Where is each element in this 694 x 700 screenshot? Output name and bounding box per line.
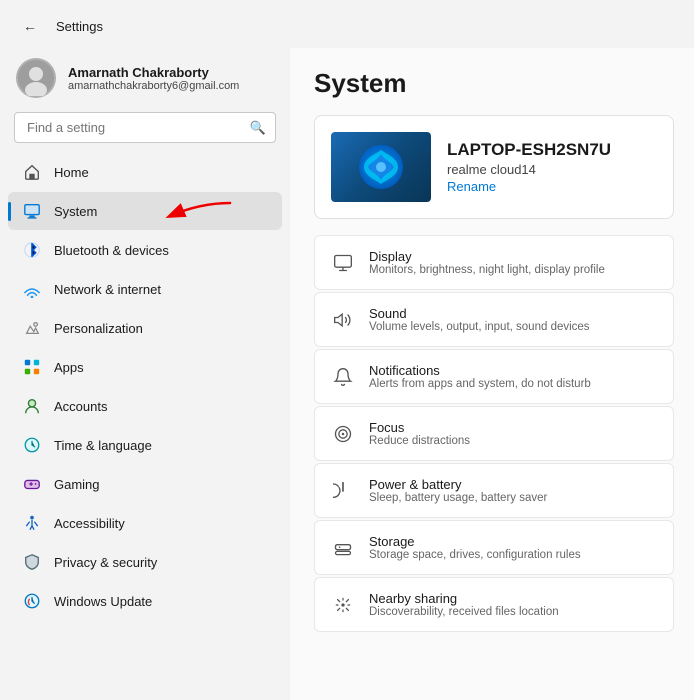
personalization-icon	[22, 318, 42, 338]
settings-item-desc: Reduce distractions	[369, 435, 470, 447]
settings-item-title: Sound	[369, 306, 590, 321]
sidebar-item-label: Bluetooth & devices	[54, 243, 169, 258]
apps-icon	[22, 357, 42, 377]
sidebar-item-label: Accessibility	[54, 516, 125, 531]
back-button[interactable]: ←	[16, 12, 44, 40]
sidebar-item-label: Accounts	[54, 399, 107, 414]
gaming-icon	[22, 474, 42, 494]
sidebar-item-home[interactable]: Home	[8, 153, 282, 191]
sidebar-item-personalization[interactable]: Personalization	[8, 309, 282, 347]
search-box: 🔍	[14, 112, 276, 143]
home-icon	[22, 162, 42, 182]
settings-item-desc: Monitors, brightness, night light, displ…	[369, 264, 605, 276]
device-card: LAPTOP-ESH2SN7U realme cloud14 Rename	[314, 115, 674, 219]
settings-list: DisplayMonitors, brightness, night light…	[314, 235, 674, 632]
sound-icon	[331, 308, 355, 332]
sidebar-item-accounts[interactable]: Accounts	[8, 387, 282, 425]
update-icon	[22, 591, 42, 611]
settings-item-title: Focus	[369, 420, 470, 435]
settings-item-title: Notifications	[369, 363, 591, 378]
time-icon	[22, 435, 42, 455]
settings-item-text: SoundVolume levels, output, input, sound…	[369, 306, 590, 333]
sidebar-item-time[interactable]: Time & language	[8, 426, 282, 464]
avatar	[16, 58, 56, 98]
display-icon	[331, 251, 355, 275]
nearby-icon	[331, 593, 355, 617]
accounts-icon	[22, 396, 42, 416]
user-name: Amarnath Chakraborty	[68, 65, 239, 80]
power-icon	[331, 479, 355, 503]
sidebar: Amarnath Chakraborty amarnathchakraborty…	[0, 48, 290, 700]
settings-item-text: NotificationsAlerts from apps and system…	[369, 363, 591, 390]
network-icon	[22, 279, 42, 299]
settings-item-title: Storage	[369, 534, 581, 549]
sidebar-item-label: Home	[54, 165, 89, 180]
settings-item-storage[interactable]: StorageStorage space, drives, configurat…	[314, 520, 674, 575]
settings-item-desc: Storage space, drives, configuration rul…	[369, 549, 581, 561]
settings-item-text: DisplayMonitors, brightness, night light…	[369, 249, 605, 276]
settings-item-notifications[interactable]: NotificationsAlerts from apps and system…	[314, 349, 674, 404]
main-layout: Amarnath Chakraborty amarnathchakraborty…	[0, 48, 694, 700]
settings-item-nearby[interactable]: Nearby sharingDiscoverability, received …	[314, 577, 674, 632]
settings-item-title: Display	[369, 249, 605, 264]
user-profile[interactable]: Amarnath Chakraborty amarnathchakraborty…	[0, 48, 290, 112]
title-text: Settings	[56, 19, 103, 34]
user-info: Amarnath Chakraborty amarnathchakraborty…	[68, 65, 239, 92]
settings-item-text: Nearby sharingDiscoverability, received …	[369, 591, 559, 618]
sidebar-item-label: Network & internet	[54, 282, 161, 297]
sidebar-item-privacy[interactable]: Privacy & security	[8, 543, 282, 581]
notifications-icon	[331, 365, 355, 389]
rename-link[interactable]: Rename	[447, 179, 611, 194]
settings-item-text: Power & batterySleep, battery usage, bat…	[369, 477, 547, 504]
sidebar-item-system[interactable]: System	[8, 192, 282, 230]
search-input[interactable]	[14, 112, 276, 143]
settings-item-focus[interactable]: FocusReduce distractions	[314, 406, 674, 461]
device-name: LAPTOP-ESH2SN7U	[447, 140, 611, 160]
settings-item-desc: Alerts from apps and system, do not dist…	[369, 378, 591, 390]
focus-icon	[331, 422, 355, 446]
sidebar-item-label: Windows Update	[54, 594, 152, 609]
privacy-icon	[22, 552, 42, 572]
sidebar-item-gaming[interactable]: Gaming	[8, 465, 282, 503]
settings-item-desc: Sleep, battery usage, battery saver	[369, 492, 547, 504]
settings-item-display[interactable]: DisplayMonitors, brightness, night light…	[314, 235, 674, 290]
sidebar-item-network[interactable]: Network & internet	[8, 270, 282, 308]
settings-item-title: Nearby sharing	[369, 591, 559, 606]
sidebar-item-label: Personalization	[54, 321, 143, 336]
sidebar-item-label: Apps	[54, 360, 84, 375]
page-title: System	[314, 68, 674, 99]
settings-item-power[interactable]: Power & batterySleep, battery usage, bat…	[314, 463, 674, 518]
settings-item-text: StorageStorage space, drives, configurat…	[369, 534, 581, 561]
device-model: realme cloud14	[447, 162, 611, 177]
title-bar: ← Settings	[0, 0, 694, 48]
settings-item-desc: Discoverability, received files location	[369, 606, 559, 618]
nav-list: Home System Bluetooth & devices Network & …	[0, 153, 290, 620]
storage-icon	[331, 536, 355, 560]
sidebar-item-apps[interactable]: Apps	[8, 348, 282, 386]
content-area: System	[290, 48, 694, 700]
settings-item-sound[interactable]: SoundVolume levels, output, input, sound…	[314, 292, 674, 347]
settings-item-desc: Volume levels, output, input, sound devi…	[369, 321, 590, 333]
settings-item-title: Power & battery	[369, 477, 547, 492]
sidebar-item-bluetooth[interactable]: Bluetooth & devices	[8, 231, 282, 269]
bluetooth-icon	[22, 240, 42, 260]
sidebar-item-label: Privacy & security	[54, 555, 157, 570]
user-email: amarnathchakraborty6@gmail.com	[68, 80, 239, 92]
device-thumbnail	[331, 132, 431, 202]
system-icon	[22, 201, 42, 221]
settings-item-text: FocusReduce distractions	[369, 420, 470, 447]
sidebar-item-update[interactable]: Windows Update	[8, 582, 282, 620]
device-info: LAPTOP-ESH2SN7U realme cloud14 Rename	[447, 140, 611, 194]
sidebar-item-accessibility[interactable]: Accessibility	[8, 504, 282, 542]
sidebar-item-label: Time & language	[54, 438, 152, 453]
accessibility-icon	[22, 513, 42, 533]
sidebar-item-label: System	[54, 204, 97, 219]
sidebar-item-label: Gaming	[54, 477, 100, 492]
